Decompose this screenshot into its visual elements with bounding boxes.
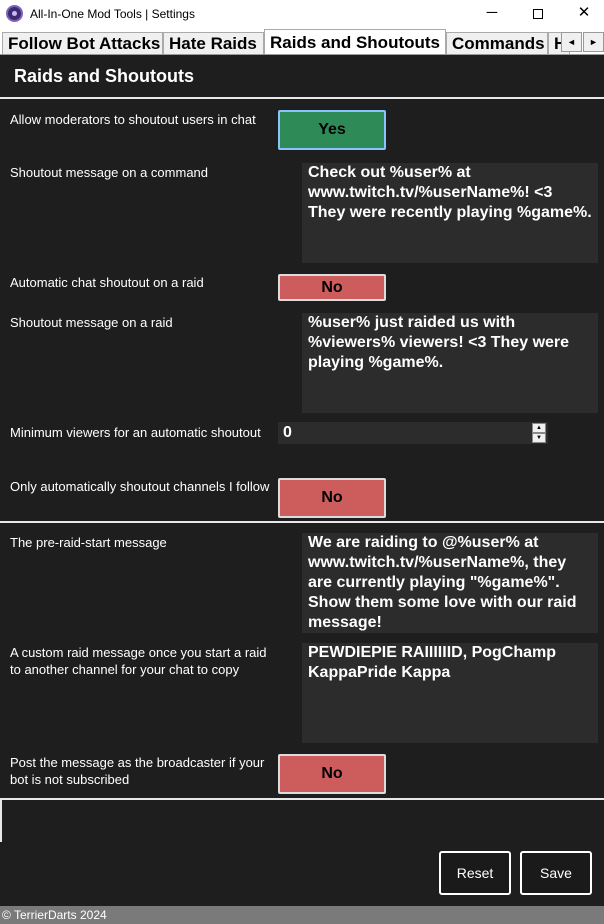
min-viewers-stepper[interactable]: 0 ▲ ▼ [278,422,548,444]
pre-raid-message-label: The pre-raid-start message [10,535,167,550]
min-viewers-label: Minimum viewers for an automatic shoutou… [10,425,261,440]
header-divider [0,97,604,99]
status-bar: © TerrierDarts 2024 [0,906,604,924]
tab-hate-raids[interactable]: Hate Raids [163,32,264,54]
only-followed-toggle[interactable]: No [278,478,386,518]
tab-follow-bot-attacks[interactable]: Follow Bot Attacks [2,32,163,54]
page-title: Raids and Shoutouts [14,66,194,86]
tab-scroll-left-icon[interactable]: ◄ [561,32,582,52]
pre-raid-message-input[interactable]: We are raiding to @%user% at www.twitch.… [302,533,598,633]
tab-strip: Follow Bot Attacks Hate Raids Raids and … [0,28,604,55]
allow-mod-shoutout-label: Allow moderators to shoutout users in ch… [10,112,256,127]
log-area [0,798,604,842]
save-button[interactable]: Save [520,851,592,895]
allow-mod-shoutout-toggle[interactable]: Yes [278,110,386,150]
section-divider [0,521,604,523]
post-as-broadcaster-label: Post the message as the broadcaster if y… [10,755,265,787]
auto-shoutout-raid-label: Automatic chat shoutout on a raid [10,275,204,290]
tab-commands[interactable]: Commands [446,32,548,54]
shoutout-raid-message-label: Shoutout message on a raid [10,315,173,330]
stepper-down-icon[interactable]: ▼ [532,433,546,443]
post-as-broadcaster-toggle[interactable]: No [278,754,386,794]
minimize-button[interactable]: ─ [469,0,515,28]
app-logo-icon [6,5,23,22]
shoutout-command-message-label: Shoutout message on a command [10,165,209,180]
maximize-icon [533,9,543,19]
auto-shoutout-raid-toggle[interactable]: No [278,274,386,301]
shoutout-command-message-input[interactable]: Check out %user% at www.twitch.tv/%userN… [302,163,598,263]
reset-button[interactable]: Reset [439,851,511,895]
tab-raids-and-shoutouts[interactable]: Raids and Shoutouts [264,29,446,54]
custom-raid-message-input[interactable]: PEWDIEPIE RAIIIIIID, PogChamp KappaPride… [302,643,598,743]
title-bar: All-In-One Mod Tools | Settings ─ ✕ [0,0,604,28]
custom-raid-message-label: A custom raid message once you start a r… [10,645,267,677]
stepper-up-icon[interactable]: ▲ [532,423,546,433]
settings-panel: Raids and Shoutouts Allow moderators to … [0,56,604,906]
window-title: All-In-One Mod Tools | Settings [30,7,195,21]
only-followed-label: Only automatically shoutout channels I f… [10,479,270,494]
maximize-button[interactable] [515,0,561,28]
close-button[interactable]: ✕ [561,0,604,28]
min-viewers-value[interactable]: 0 [283,424,292,442]
tab-scroll-right-icon[interactable]: ► [583,32,604,52]
shoutout-raid-message-input[interactable]: %user% just raided us with %viewers% vie… [302,313,598,413]
